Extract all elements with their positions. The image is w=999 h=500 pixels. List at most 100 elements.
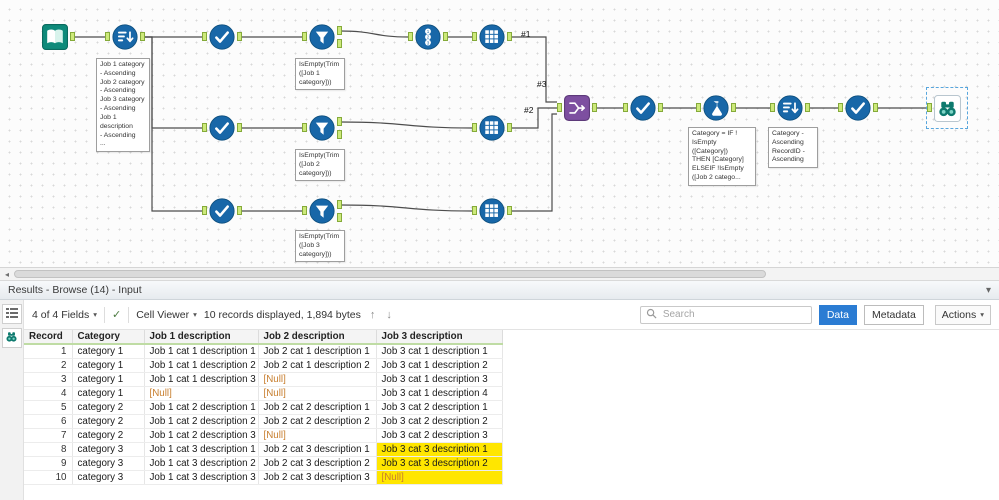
table-row[interactable]: 8 category 3 Job 1 cat 3 description 1 Job … — [24, 442, 503, 457]
table-cell[interactable]: [Null] — [258, 386, 377, 401]
table-row[interactable]: 6 category 2 Job 1 cat 2 description 2 Job … — [24, 414, 503, 429]
table-row[interactable]: 1 category 1 Job 1 cat 1 description 1 Job … — [24, 344, 503, 359]
output-anchor[interactable] — [337, 213, 342, 222]
input-tool[interactable] — [42, 24, 75, 50]
workflow-canvas[interactable]: 1 2 3 Job 1 category - Ascending Job 2 cate… — [0, 0, 999, 268]
table-cell[interactable]: Job 1 cat 1 description 1 — [144, 344, 259, 359]
table-cell[interactable]: Job 2 cat 1 description 2 — [258, 358, 377, 373]
table-cell[interactable]: Job 2 cat 3 description 3 — [258, 470, 377, 485]
actions-dropdown[interactable]: Actions ▾ — [934, 304, 991, 325]
table-cell[interactable]: Job 3 cat 1 description 2 — [376, 358, 503, 373]
crosstab1-tool[interactable] — [472, 24, 512, 50]
table-cell[interactable]: Job 1 cat 3 description 2 — [144, 456, 259, 471]
filter2-tool[interactable] — [302, 115, 342, 141]
browse-anchor-button[interactable] — [1, 328, 22, 348]
input-anchor[interactable] — [105, 32, 110, 41]
scroll-down-button[interactable]: ↓ — [384, 309, 394, 321]
cell-viewer-dropdown[interactable]: Cell Viewer ▾ — [136, 309, 197, 321]
table-cell[interactable]: Job 2 cat 2 description 1 — [258, 400, 377, 415]
collapse-chevron-icon[interactable]: ▾ — [986, 285, 991, 296]
table-cell[interactable]: 4 — [24, 386, 73, 401]
fields-dropdown[interactable]: 4 of 4 Fields ▾ — [32, 309, 97, 321]
crosstab3-tool[interactable] — [472, 198, 512, 224]
crosstab2-tool[interactable] — [472, 115, 512, 141]
filter1-tool[interactable] — [302, 24, 342, 50]
table-cell[interactable]: Job 1 cat 2 description 2 — [144, 414, 259, 429]
input-anchor[interactable] — [408, 32, 413, 41]
sort1-tool[interactable] — [105, 24, 145, 50]
table-cell[interactable]: Job 3 cat 2 description 3 — [376, 428, 503, 443]
input-anchor[interactable] — [472, 32, 477, 41]
table-cell[interactable]: Job 1 cat 2 description 3 — [144, 428, 259, 443]
table-cell[interactable]: Job 1 cat 3 description 1 — [144, 442, 259, 457]
table-cell[interactable]: Job 1 cat 1 description 3 — [144, 372, 259, 387]
table-cell[interactable]: Job 3 cat 1 description 1 — [376, 344, 503, 359]
output-anchor[interactable] — [237, 123, 242, 132]
column-header[interactable]: Job 3 description — [376, 330, 503, 345]
input-anchor[interactable] — [838, 103, 843, 112]
table-cell[interactable]: category 1 — [72, 358, 145, 373]
tool-annotation[interactable]: IsEmpty(Trim ([Job 1 category])) — [295, 58, 345, 91]
table-cell[interactable]: 1 — [24, 344, 73, 359]
filter3-tool[interactable] — [302, 198, 342, 224]
results-panel-header[interactable]: Results - Browse (14) - Input ▾ — [0, 281, 999, 300]
table-row[interactable]: 3 category 1 Job 1 cat 1 description 3 [Nul… — [24, 372, 503, 387]
table-cell[interactable]: Job 2 cat 3 description 1 — [258, 442, 377, 457]
column-header[interactable]: Record — [24, 330, 73, 345]
output-anchor[interactable] — [873, 103, 878, 112]
metadata-tab-button[interactable]: Metadata — [864, 304, 924, 325]
output-anchor[interactable] — [337, 117, 342, 126]
input-anchor[interactable] — [202, 123, 207, 132]
table-cell[interactable]: category 1 — [72, 372, 145, 387]
table-cell[interactable]: Job 3 cat 3 description 1 — [376, 442, 503, 457]
table-cell[interactable]: category 3 — [72, 456, 145, 471]
table-cell[interactable]: 3 — [24, 372, 73, 387]
input-anchor[interactable] — [302, 123, 307, 132]
table-cell[interactable]: Job 1 cat 2 description 1 — [144, 400, 259, 415]
table-cell[interactable]: Job 3 cat 2 description 1 — [376, 400, 503, 415]
output-anchor[interactable] — [658, 103, 663, 112]
grid-view-button[interactable] — [1, 304, 22, 324]
table-cell[interactable]: 7 — [24, 428, 73, 443]
table-cell[interactable]: 9 — [24, 456, 73, 471]
input-anchor[interactable] — [302, 32, 307, 41]
output-anchor[interactable] — [140, 32, 145, 41]
table-cell[interactable]: Job 1 cat 3 description 3 — [144, 470, 259, 485]
table-row[interactable]: 7 category 2 Job 1 cat 2 description 3 [Nul… — [24, 428, 503, 443]
output-anchor[interactable] — [337, 200, 342, 209]
table-cell[interactable]: 6 — [24, 414, 73, 429]
output-anchor[interactable] — [237, 206, 242, 215]
table-cell[interactable]: category 3 — [72, 470, 145, 485]
table-cell[interactable]: [Null] — [144, 386, 259, 401]
column-header[interactable]: Job 2 description — [258, 330, 377, 345]
table-cell[interactable]: Job 3 cat 3 description 2 — [376, 456, 503, 471]
select2-tool[interactable] — [202, 115, 242, 141]
table-row[interactable]: 4 category 1 [Null] [Null] Job 3 cat 1 descr… — [24, 386, 503, 401]
table-cell[interactable]: 5 — [24, 400, 73, 415]
table-cell[interactable]: Job 3 cat 1 description 4 — [376, 386, 503, 401]
input-anchor[interactable] — [927, 103, 932, 112]
input-anchor[interactable] — [696, 103, 701, 112]
table-cell[interactable]: Job 1 cat 1 description 2 — [144, 358, 259, 373]
table-cell[interactable]: Job 3 cat 2 description 2 — [376, 414, 503, 429]
table-cell[interactable]: Job 2 cat 3 description 2 — [258, 456, 377, 471]
search-input[interactable] — [660, 308, 806, 321]
tool-annotation[interactable]: Category = IF ! IsEmpty ([Category]) THE… — [688, 127, 756, 186]
table-cell[interactable]: category 1 — [72, 386, 145, 401]
input-anchor[interactable] — [202, 206, 207, 215]
table-cell[interactable]: 2 — [24, 358, 73, 373]
output-anchor[interactable] — [507, 123, 512, 132]
table-cell[interactable]: 8 — [24, 442, 73, 457]
table-row[interactable]: 5 category 2 Job 1 cat 2 description 1 Job … — [24, 400, 503, 415]
column-header[interactable]: Category — [72, 330, 145, 345]
output-anchor[interactable] — [237, 32, 242, 41]
output-anchor[interactable] — [507, 206, 512, 215]
output-anchor[interactable] — [337, 26, 342, 35]
select5-tool[interactable] — [838, 95, 878, 121]
output-anchor[interactable] — [805, 103, 810, 112]
browse-tool[interactable] — [926, 87, 968, 129]
table-cell[interactable]: Job 3 cat 1 description 3 — [376, 372, 503, 387]
output-anchor[interactable] — [592, 103, 597, 112]
table-row[interactable]: 9 category 3 Job 1 cat 3 description 2 Job … — [24, 456, 503, 471]
table-cell[interactable]: 10 — [24, 470, 73, 485]
